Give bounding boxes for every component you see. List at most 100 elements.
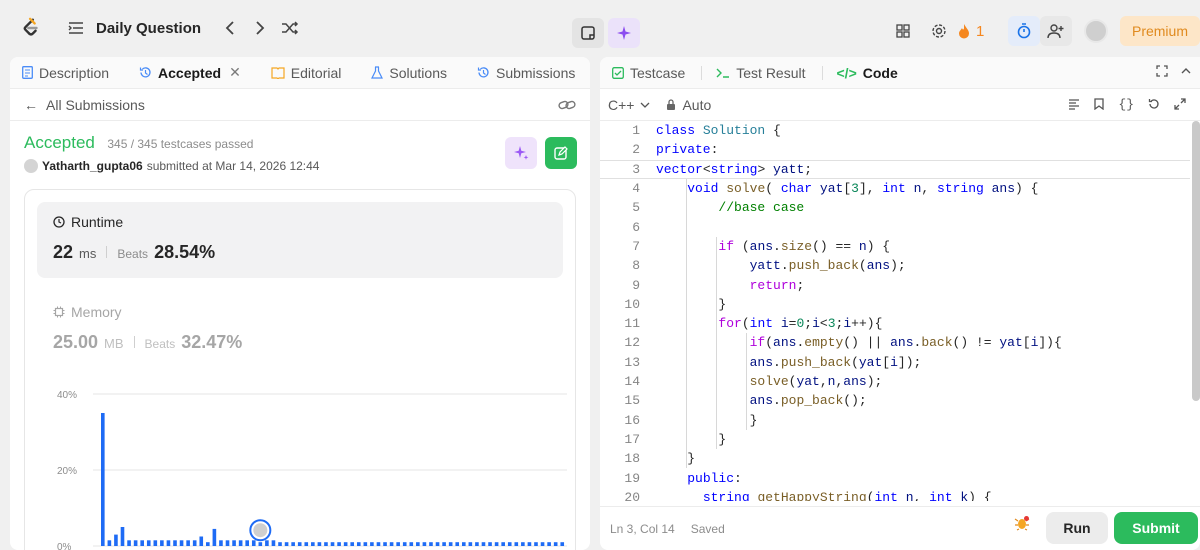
reset-icon[interactable]	[1148, 97, 1160, 113]
notes-icon[interactable]	[572, 18, 604, 48]
chart-bar[interactable]	[389, 542, 394, 546]
code-line[interactable]: 1 class Solution {	[600, 121, 1190, 140]
chart-bar[interactable]	[442, 542, 446, 546]
chevron-up-icon[interactable]	[1180, 65, 1192, 80]
tab-editorial[interactable]: Editorial	[271, 65, 341, 81]
language-select[interactable]: C++	[608, 97, 650, 113]
chart-bar[interactable]	[297, 542, 302, 546]
chart-bar[interactable]	[192, 540, 197, 546]
chart-bar[interactable]	[475, 542, 479, 546]
timer-icon[interactable]	[1007, 16, 1040, 46]
submitter-name[interactable]: Yatharth_gupta06	[42, 159, 143, 173]
chart-bar[interactable]	[199, 536, 204, 547]
format-icon[interactable]	[1068, 97, 1080, 113]
chart-bar[interactable]	[179, 540, 184, 546]
chart-bar[interactable]	[133, 540, 138, 546]
tab-test-result[interactable]: Test Result	[716, 65, 806, 81]
tab-testcase[interactable]: Testcase	[612, 65, 685, 81]
tab-description[interactable]: Description	[22, 65, 109, 81]
code-line[interactable]: 8 yatt.push_back(ans);	[600, 256, 1190, 275]
code-line[interactable]: 9 return;	[600, 275, 1190, 294]
code-line[interactable]: 18 }	[600, 449, 1190, 468]
code-line[interactable]: 11 for(int i=0;i<3;i++){	[600, 314, 1190, 333]
chart-bar[interactable]	[521, 542, 525, 546]
chart-bar[interactable]	[140, 540, 144, 546]
all-submissions-link[interactable]: All Submissions	[46, 97, 145, 113]
ai-analyze-button[interactable]	[505, 137, 537, 169]
chart-bar[interactable]	[330, 542, 335, 546]
code-line[interactable]: 10 }	[600, 295, 1190, 314]
close-tab-icon[interactable]: ✕	[229, 64, 241, 81]
settings-gear-icon[interactable]	[920, 16, 958, 46]
code-line[interactable]: 5 //base case	[600, 198, 1190, 217]
chart-bar[interactable]	[225, 540, 230, 546]
tab-accepted[interactable]: Accepted ✕	[139, 64, 241, 81]
chart-bar[interactable]	[383, 542, 387, 546]
chart-bar[interactable]	[166, 540, 171, 546]
chart-bar[interactable]	[160, 540, 164, 546]
debug-icon[interactable]	[1014, 515, 1030, 536]
chart-bar[interactable]	[238, 540, 243, 546]
ai-sparkle-icon[interactable]	[608, 18, 640, 48]
chart-bar[interactable]	[422, 542, 427, 546]
chart-bar[interactable]	[363, 542, 368, 546]
code-line[interactable]: 20 string getHappyString(int n, int k) {	[600, 488, 1190, 501]
chart-bar[interactable]	[245, 540, 250, 546]
add-friend-icon[interactable]	[1039, 16, 1072, 46]
chart-bar[interactable]	[448, 542, 453, 546]
expand-icon[interactable]	[1174, 97, 1186, 113]
code-line[interactable]: 19 public:	[600, 468, 1190, 487]
chart-bar[interactable]	[206, 542, 210, 546]
chart-bar[interactable]	[416, 542, 420, 546]
chart-bar[interactable]	[114, 534, 118, 546]
chart-bar[interactable]	[527, 542, 532, 546]
code-line[interactable]: 14 solve(yat,n,ans);	[600, 372, 1190, 391]
chart-bar[interactable]	[173, 540, 177, 546]
chart-bar[interactable]	[337, 542, 341, 546]
chart-bar[interactable]	[461, 542, 466, 546]
tab-code[interactable]: </> Code	[837, 65, 898, 81]
chart-bar[interactable]	[468, 542, 473, 546]
share-link-icon[interactable]	[558, 99, 576, 111]
user-avatar[interactable]	[1083, 19, 1108, 43]
tab-submissions[interactable]: Submissions	[477, 65, 575, 81]
code-line[interactable]: 6	[600, 218, 1190, 237]
code-line[interactable]: 7 if (ans.size() == n) {	[600, 237, 1190, 256]
chart-bar[interactable]	[343, 542, 348, 546]
chart-bar[interactable]	[350, 542, 355, 546]
chart-bar[interactable]	[107, 540, 112, 546]
chart-bar[interactable]	[402, 542, 407, 546]
chart-bar[interactable]	[317, 542, 322, 546]
chart-bar[interactable]	[507, 542, 512, 546]
next-question-icon[interactable]	[245, 13, 275, 43]
chart-bar[interactable]	[232, 540, 236, 546]
chart-bar[interactable]	[494, 542, 499, 546]
code-editor[interactable]: 1 class Solution {2 private: 3 vector<string…	[600, 121, 1190, 501]
code-line[interactable]: 15 ans.pop_back();	[600, 391, 1190, 410]
chart-bar[interactable]	[258, 542, 263, 546]
chart-bar[interactable]	[186, 540, 190, 546]
memory-box[interactable]: Memory 25.00 MB Beats 32.47%	[53, 304, 242, 353]
prev-question-icon[interactable]	[215, 13, 245, 43]
chart-bar[interactable]	[560, 542, 565, 546]
chart-bar[interactable]	[146, 540, 151, 546]
chart-bar[interactable]	[219, 540, 223, 546]
chart-bar[interactable]	[212, 528, 217, 546]
bookmark-icon[interactable]	[1094, 97, 1105, 113]
chart-bar[interactable]	[553, 542, 558, 546]
back-arrow-icon[interactable]: ←	[24, 97, 38, 113]
auto-mode[interactable]: Auto	[666, 97, 711, 113]
chart-bar[interactable]	[488, 542, 492, 546]
chart-bar[interactable]	[120, 527, 125, 546]
chart-bar[interactable]	[324, 542, 328, 546]
chart-bar[interactable]	[409, 542, 414, 546]
chart-bar[interactable]	[501, 542, 505, 546]
streak-counter[interactable]: 1	[958, 23, 1000, 40]
fullscreen-icon[interactable]	[1156, 65, 1168, 80]
code-line[interactable]: 12 if(ans.empty() || ans.back() != yat[i…	[600, 333, 1190, 352]
chart-bar[interactable]	[251, 540, 256, 546]
leetcode-logo[interactable]	[20, 17, 42, 39]
chart-bar[interactable]	[127, 540, 131, 546]
chart-bar[interactable]	[278, 542, 282, 546]
chart-bar[interactable]	[370, 542, 374, 546]
